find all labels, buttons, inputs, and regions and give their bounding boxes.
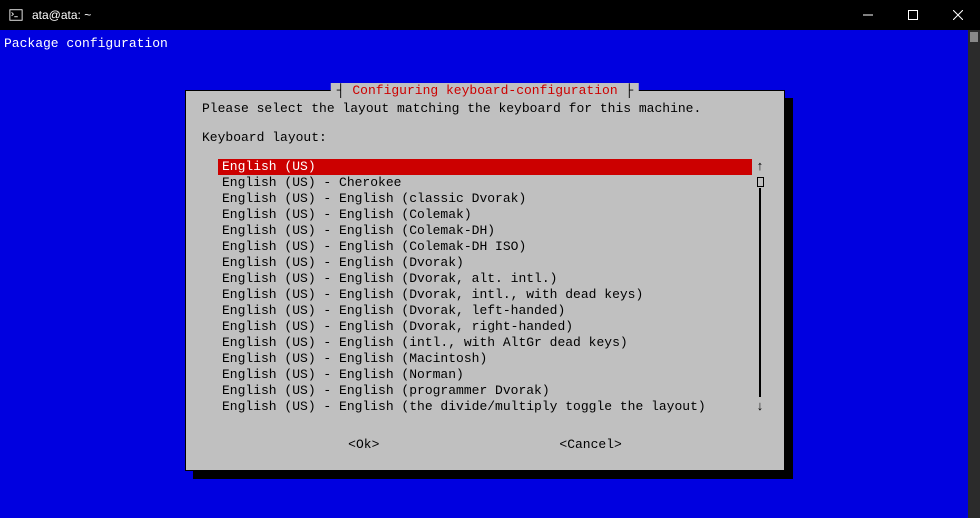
list-item[interactable]: English (US) - English (Dvorak, left-han… [218, 303, 752, 319]
list-item[interactable]: English (US) - English (Dvorak, intl., w… [218, 287, 752, 303]
list-item[interactable]: English (US) - English (Dvorak, right-ha… [218, 319, 752, 335]
dialog-title: Configuring keyboard-configuration [331, 83, 639, 98]
dialog-wrapper: Configuring keyboard-configuration Pleas… [185, 90, 785, 471]
list-item[interactable]: English (US) - English (the divide/multi… [218, 399, 752, 415]
terminal-icon [8, 7, 24, 23]
list-item[interactable]: English (US) - English (programmer Dvora… [218, 383, 752, 399]
layout-list[interactable]: English (US)English (US) - CherokeeEngli… [218, 159, 752, 415]
keyboard-config-dialog: Configuring keyboard-configuration Pleas… [185, 90, 785, 471]
layout-list-container: English (US)English (US) - CherokeeEngli… [218, 159, 768, 415]
close-button[interactable] [935, 0, 980, 30]
window-titlebar: ata@ata: ~ [0, 0, 980, 30]
list-item[interactable]: English (US) - English (Colemak-DH ISO) [218, 239, 752, 255]
scroll-thumb[interactable] [757, 177, 764, 187]
scroll-down-icon[interactable]: ↓ [756, 399, 764, 415]
list-item[interactable]: English (US) - English (Dvorak, alt. int… [218, 271, 752, 287]
maximize-button[interactable] [890, 0, 935, 30]
terminal-scrollbar-thumb[interactable] [970, 32, 978, 42]
terminal-header-text: Package configuration [2, 32, 978, 55]
window-controls [845, 0, 980, 30]
list-item[interactable]: English (US) - English (intl., with AltG… [218, 335, 752, 351]
list-scrollbar[interactable]: ↑ ↓ [752, 159, 768, 415]
list-item[interactable]: English (US) - Cherokee [218, 175, 752, 191]
list-item[interactable]: English (US) - English (Colemak-DH) [218, 223, 752, 239]
cancel-button[interactable]: <Cancel> [559, 437, 621, 452]
ok-button[interactable]: <Ok> [348, 437, 379, 452]
scroll-bar-line [759, 188, 761, 397]
minimize-button[interactable] [845, 0, 890, 30]
window-title: ata@ata: ~ [32, 8, 91, 22]
list-item[interactable]: English (US) - English (Macintosh) [218, 351, 752, 367]
terminal-scrollbar[interactable] [968, 30, 980, 518]
dialog-button-row: <Ok> <Cancel> [202, 437, 768, 452]
list-item[interactable]: English (US) - English (Dvorak) [218, 255, 752, 271]
dialog-prompt: Please select the layout matching the ke… [202, 101, 768, 116]
list-item[interactable]: English (US) - English (classic Dvorak) [218, 191, 752, 207]
terminal-area: Package configuration Configuring keyboa… [0, 30, 980, 518]
scroll-up-icon[interactable]: ↑ [756, 159, 764, 175]
list-item[interactable]: English (US) [218, 159, 752, 175]
list-item[interactable]: English (US) - English (Colemak) [218, 207, 752, 223]
list-item[interactable]: English (US) - English (Norman) [218, 367, 752, 383]
scroll-track [756, 175, 764, 399]
dialog-field-label: Keyboard layout: [202, 130, 768, 145]
